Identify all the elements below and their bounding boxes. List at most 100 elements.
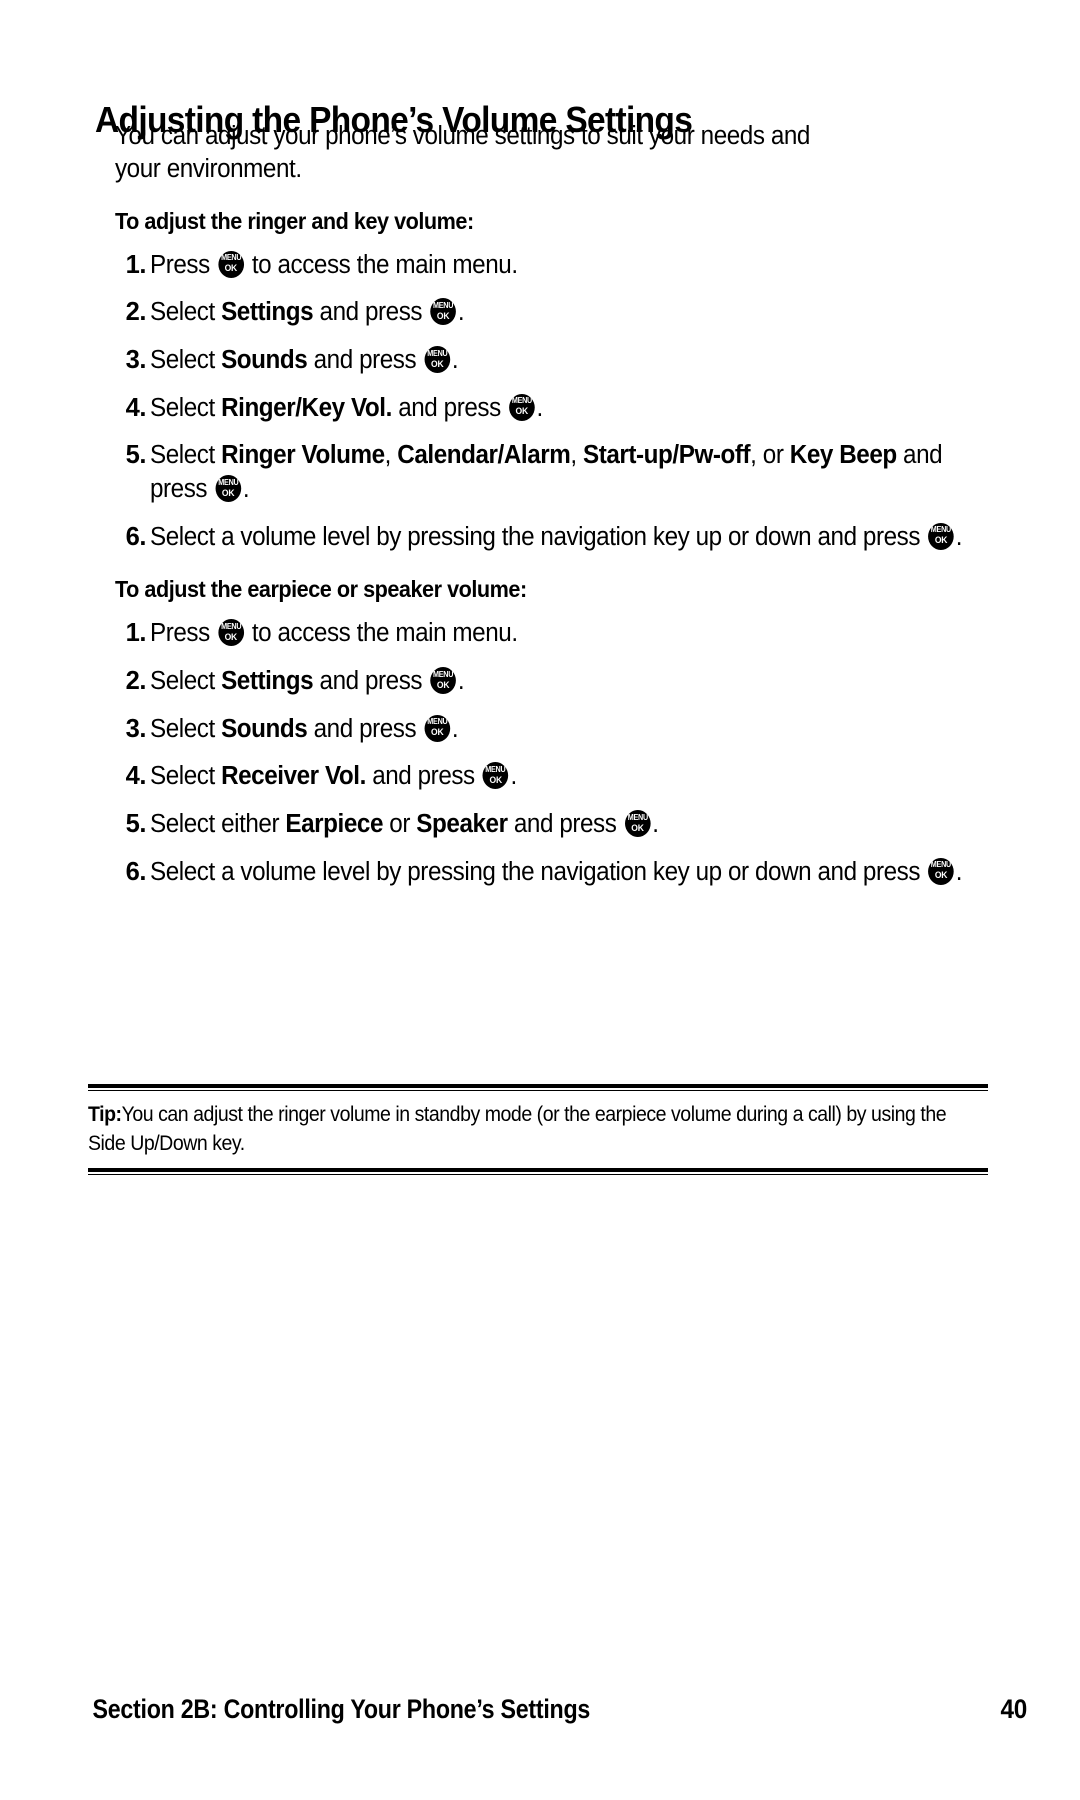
menu-key-top-label: MENU	[511, 396, 532, 406]
step-text: Select Ringer Volume, Calendar/Alarm, St…	[150, 441, 943, 504]
step-number: 2.	[125, 298, 147, 327]
subheading-ringer-key-volume: To adjust the ringer and key volume:	[115, 207, 474, 234]
step-item: 5. Select either Earpiece or Speaker and …	[0, 808, 1000, 842]
step-emphasis: Earpiece	[285, 810, 384, 838]
menu-key-bottom-label: OK	[934, 870, 948, 881]
steps-list-earpiece: 1. Press MENU OK to access the main menu. 2…	[0, 617, 1080, 889]
menu-key-bottom-label: OK	[224, 631, 238, 642]
step-number: 5.	[125, 441, 147, 470]
step-text: Select Sounds and press MENU OK.	[150, 346, 459, 375]
footer-page-number: 40	[1000, 1694, 1027, 1724]
step-item: 6. Select a volume level by pressing the …	[0, 856, 1000, 890]
step-emphasis: Key Beep	[789, 441, 897, 470]
step-emphasis: Ringer/Key Vol.	[221, 393, 392, 422]
step-text: Select Settings and press MENU OK.	[150, 667, 465, 696]
manual-page: Adjusting the Phone’s Volume Settings Yo…	[0, 0, 1080, 1800]
step-number: 1.	[125, 619, 147, 648]
tip-label: Tip:	[88, 1103, 122, 1126]
menu-key-bottom-label: OK	[631, 822, 644, 833]
menu-ok-key-icon: MENU OK	[430, 298, 456, 326]
intro-paragraph: You can adjust your phone’s volume setti…	[115, 122, 810, 183]
menu-ok-key-icon: MENU OK	[424, 346, 451, 374]
menu-key-bottom-label: OK	[221, 487, 235, 498]
step-number: 4.	[125, 762, 147, 791]
menu-ok-key-icon: MENU OK	[928, 522, 954, 550]
step-text: Select Receiver Vol. and press MENU OK.	[150, 762, 517, 791]
menu-ok-key-icon: MENU OK	[424, 714, 451, 742]
step-item: 1. Press MENU OK to access the main menu.	[0, 249, 1000, 283]
menu-key-bottom-label: OK	[430, 727, 444, 738]
step-item: 6. Select a volume level by pressing the …	[0, 521, 1000, 555]
menu-ok-key-icon: MENU OK	[217, 619, 244, 647]
tip-box: Tip:You can adjust the ringer volume in …	[88, 1084, 988, 1175]
menu-key-top-label: MENU	[220, 621, 241, 631]
step-item: 2. Select Settings and press MENU OK.	[0, 665, 1000, 699]
menu-key-top-label: MENU	[930, 860, 952, 870]
step-text: Select a volume level by pressing the na…	[150, 857, 963, 886]
menu-key-top-label: MENU	[218, 477, 239, 487]
step-text: Select either Earpiece or Speaker and pr…	[150, 810, 659, 838]
step-item: 3. Select Sounds and press MENU OK.	[0, 713, 1000, 747]
menu-key-top-label: MENU	[930, 525, 952, 535]
menu-key-bottom-label: OK	[934, 535, 948, 546]
menu-key-top-label: MENU	[427, 348, 448, 358]
step-text: Select Ringer/Key Vol. and press MENU OK.	[150, 393, 543, 422]
step-emphasis: Receiver Vol.	[221, 762, 366, 791]
step-text: Select Sounds and press MENU OK.	[150, 714, 459, 743]
menu-key-bottom-label: OK	[489, 774, 503, 785]
menu-key-top-label: MENU	[433, 300, 454, 310]
step-number: 3.	[125, 714, 147, 743]
tip-text: Tip:You can adjust the ringer volume in …	[88, 1091, 984, 1168]
tip-body: You can adjust the ringer volume in stan…	[88, 1103, 947, 1155]
step-emphasis: Settings	[221, 298, 314, 327]
step-number: 1.	[125, 250, 147, 279]
step-number: 6.	[125, 857, 147, 886]
step-item: 4. Select Receiver Vol. and press MENU OK.	[0, 760, 1000, 794]
menu-key-bottom-label: OK	[224, 263, 238, 274]
menu-key-top-label: MENU	[220, 253, 241, 263]
step-emphasis: Settings	[221, 667, 314, 696]
page-content: You can adjust your phone’s volume setti…	[0, 120, 1080, 889]
menu-ok-key-icon: MENU OK	[928, 857, 954, 885]
step-text: Select a volume level by pressing the na…	[150, 522, 963, 551]
menu-key-top-label: MENU	[427, 717, 448, 727]
step-number: 5.	[125, 810, 147, 838]
step-item: 2. Select Settings and press MENU OK.	[0, 296, 1000, 330]
page-footer: Section 2B: Controlling Your Phone’s Set…	[52, 1694, 1028, 1725]
step-number: 2.	[125, 667, 147, 696]
subheading-earpiece-speaker-volume: To adjust the earpiece or speaker volume…	[115, 576, 527, 603]
step-emphasis: Sounds	[221, 346, 308, 375]
step-text: Select Settings and press MENU OK.	[150, 298, 465, 327]
step-text: Press MENU OK to access the main menu.	[150, 619, 518, 648]
step-emphasis: Sounds	[221, 714, 308, 743]
menu-ok-key-icon: MENU OK	[482, 762, 509, 790]
step-emphasis: Ringer Volume	[221, 441, 385, 470]
step-emphasis: Start-up/Pw-off	[582, 441, 751, 470]
step-number: 6.	[125, 522, 147, 551]
menu-ok-key-icon: MENU OK	[624, 810, 651, 837]
step-item: 5. Select Ringer Volume, Calendar/Alarm, …	[0, 439, 1000, 506]
step-item: 1. Press MENU OK to access the main menu.	[0, 617, 1000, 651]
step-emphasis: Speaker	[416, 810, 508, 838]
menu-key-bottom-label: OK	[430, 358, 444, 369]
step-item: 3. Select Sounds and press MENU OK.	[0, 344, 1000, 378]
steps-list-ringer: 1. Press MENU OK to access the main menu. 2…	[0, 249, 1080, 555]
menu-key-top-label: MENU	[433, 669, 454, 679]
menu-key-top-label: MENU	[485, 764, 506, 774]
menu-ok-key-icon: MENU OK	[508, 393, 535, 421]
menu-ok-key-icon: MENU OK	[217, 250, 244, 278]
step-text: Press MENU OK to access the main menu.	[150, 250, 518, 279]
step-emphasis: Calendar/Alarm	[397, 441, 571, 470]
menu-key-bottom-label: OK	[436, 679, 450, 690]
menu-key-bottom-label: OK	[436, 310, 450, 321]
step-number: 4.	[125, 393, 147, 422]
menu-ok-key-icon: MENU OK	[430, 667, 456, 695]
menu-ok-key-icon: MENU OK	[215, 475, 241, 503]
menu-key-top-label: MENU	[627, 812, 648, 822]
step-item: 4. Select Ringer/Key Vol. and press MENU O…	[0, 392, 1000, 426]
step-number: 3.	[125, 346, 147, 375]
tip-rule-top	[88, 1084, 988, 1091]
footer-section-label: Section 2B: Controlling Your Phone’s Set…	[92, 1694, 591, 1724]
menu-key-bottom-label: OK	[515, 406, 529, 417]
tip-rule-bottom	[88, 1167, 988, 1175]
